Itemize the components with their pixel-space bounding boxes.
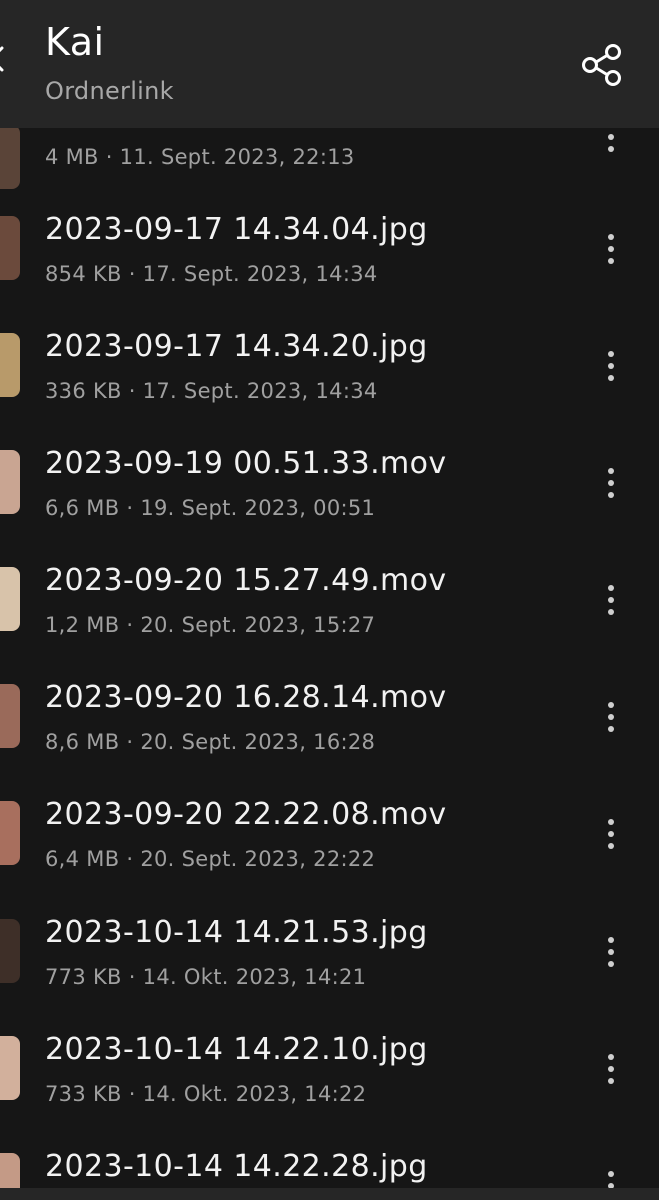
file-name: 2023-10-14 14.22.10.jpg [45,1032,428,1067]
file-row[interactable]: 2023-09-17 14.34.04.jpg 854 KB · 17. Sep… [0,198,659,315]
more-options-button[interactable] [596,583,626,623]
file-meta: 733 KB · 14. Okt. 2023, 14:22 [45,1082,367,1106]
file-name: 2023-09-19 00.51.33.mov [45,446,447,481]
file-meta: 854 KB · 17. Sept. 2023, 14:34 [45,262,378,286]
more-options-button[interactable] [596,935,626,975]
file-name: 2023-09-20 15.27.49.mov [45,563,447,598]
file-thumbnail [0,801,20,865]
back-button[interactable] [0,44,8,74]
file-row[interactable]: 2023-10-14 14.22.10.jpg 733 KB · 14. Okt… [0,1018,659,1135]
file-row[interactable]: 2023-09-20 22.22.08.mov 6,4 MB · 20. Sep… [0,783,659,900]
file-meta: 1,2 MB · 20. Sept. 2023, 15:27 [45,613,376,637]
more-options-button[interactable] [596,1052,626,1092]
file-row[interactable]: 2023-10-14 14.21.53.jpg 773 KB · 14. Okt… [0,901,659,1018]
more-options-button[interactable] [596,817,626,857]
file-name: 2023-09-17 14.34.20.jpg [45,329,428,364]
file-thumbnail [0,450,20,514]
more-options-button[interactable] [596,349,626,389]
file-name: 2023-10-14 14.21.53.jpg [45,915,428,950]
file-thumbnail [0,1036,20,1100]
app-header: Kai Ordnerlink [0,0,659,128]
more-options-button[interactable] [596,232,626,272]
file-thumbnail [0,567,20,631]
file-meta: 336 KB · 17. Sept. 2023, 14:34 [45,379,378,403]
file-meta: 773 KB · 14. Okt. 2023, 14:21 [45,965,367,989]
file-thumbnail [0,125,20,189]
file-thumbnail [0,919,20,983]
file-row[interactable]: 2023-09-17 14.34.20.jpg 336 KB · 17. Sep… [0,315,659,432]
file-thumbnail [0,684,20,748]
file-row[interactable]: 2023-09-20 15.27.49.mov 1,2 MB · 20. Sep… [0,549,659,666]
file-meta: 6,6 MB · 19. Sept. 2023, 00:51 [45,496,376,520]
back-arrow-icon [0,46,4,72]
file-meta: 8,6 MB · 20. Sept. 2023, 16:28 [45,730,376,754]
file-name: 2023-09-17 14.34.04.jpg [45,212,428,247]
folder-subtitle: Ordnerlink [45,77,174,105]
file-thumbnail [0,216,20,280]
file-list: 4 MB · 11. Sept. 2023, 22:13 2023-09-17 … [0,0,659,1200]
share-icon [582,44,621,86]
file-name: 2023-10-14 14.22.28.jpg [45,1149,428,1184]
file-browser-screen: 4 MB · 11. Sept. 2023, 22:13 2023-09-17 … [0,0,659,1200]
more-options-button[interactable] [596,466,626,506]
file-meta: 4 MB · 11. Sept. 2023, 22:13 [45,145,355,169]
file-thumbnail [0,333,20,397]
share-button[interactable] [578,40,628,90]
file-name: 2023-09-20 16.28.14.mov [45,680,447,715]
file-row[interactable]: 2023-09-20 16.28.14.mov 8,6 MB · 20. Sep… [0,666,659,783]
more-options-button[interactable] [596,700,626,740]
file-meta: 6,4 MB · 20. Sept. 2023, 22:22 [45,847,376,871]
bottom-bar [0,1188,659,1200]
file-row[interactable]: 2023-09-19 00.51.33.mov 6,6 MB · 19. Sep… [0,432,659,549]
file-name: 2023-09-20 22.22.08.mov [45,797,447,832]
folder-title: Kai [45,20,105,64]
